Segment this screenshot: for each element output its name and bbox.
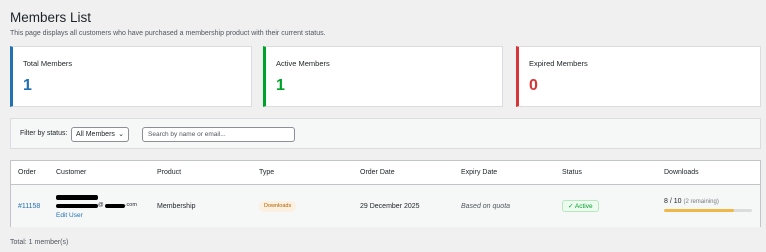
stats-cards: Total Members 1 Active Members 1 Expired…	[10, 46, 761, 107]
total-members-footer: Total: 1 member(s)	[10, 239, 69, 246]
page-title: Members List	[10, 10, 92, 25]
column-header-status: Status	[562, 169, 582, 176]
customer-cell: @ .com Edit User	[56, 195, 146, 219]
active-members-label: Active Members	[276, 59, 330, 68]
active-members-card: Active Members 1	[263, 46, 503, 107]
members-table: Order Customer Product Type Order Date E…	[10, 160, 761, 227]
customer-email-domain-redacted	[105, 204, 125, 208]
page-description: This page displays all customers who hav…	[10, 30, 326, 37]
downloads-progress-bar	[664, 209, 752, 212]
downloads-count: 8 / 10 (2 remaining)	[664, 198, 719, 205]
expiry-date-cell: Based on quota	[461, 203, 511, 210]
filter-status-label: Filter by status:	[20, 130, 68, 137]
chevron-down-icon: ⌄	[118, 131, 124, 138]
status-filter-value: All Members	[76, 131, 115, 138]
expired-members-value: 0	[529, 77, 538, 94]
expired-members-card: Expired Members 0	[516, 46, 761, 107]
column-header-downloads: Downloads	[664, 169, 699, 176]
table-row: #11158 @ .com Edit User Membership Downl…	[11, 185, 760, 227]
filter-bar: Filter by status: All Members ⌄	[10, 118, 761, 149]
customer-email-at: @	[98, 202, 104, 208]
edit-user-link[interactable]: Edit User	[56, 212, 83, 219]
table-header: Order Customer Product Type Order Date E…	[11, 161, 760, 185]
customer-email-redacted	[56, 204, 98, 208]
order-date-cell: 29 December 2025	[360, 203, 420, 210]
status-badge: ✓ Active	[562, 200, 599, 212]
type-badge: Downloads	[259, 201, 297, 212]
column-header-product: Product	[157, 169, 182, 176]
status-filter-select[interactable]: All Members ⌄	[71, 127, 129, 142]
downloads-progress-fill	[664, 209, 735, 212]
column-header-order-date: Order Date	[360, 169, 395, 176]
customer-name-redacted	[56, 195, 98, 200]
active-members-value: 1	[276, 77, 285, 94]
column-header-order: Order	[18, 169, 36, 176]
order-link[interactable]: #11158	[18, 203, 40, 210]
product-cell: Membership	[157, 203, 196, 210]
expired-members-label: Expired Members	[529, 59, 588, 68]
column-header-type: Type	[259, 169, 275, 176]
total-members-value: 1	[23, 77, 32, 94]
total-members-card: Total Members 1	[10, 46, 252, 107]
customer-email-domain: .com	[125, 202, 137, 208]
total-members-label: Total Members	[23, 59, 73, 68]
downloads-used: 8 / 10	[664, 198, 682, 205]
column-header-expiry-date: Expiry Date	[461, 169, 498, 176]
search-input[interactable]	[142, 127, 295, 142]
downloads-remaining: (2 remaining)	[683, 199, 719, 205]
column-header-customer: Customer	[56, 169, 87, 176]
